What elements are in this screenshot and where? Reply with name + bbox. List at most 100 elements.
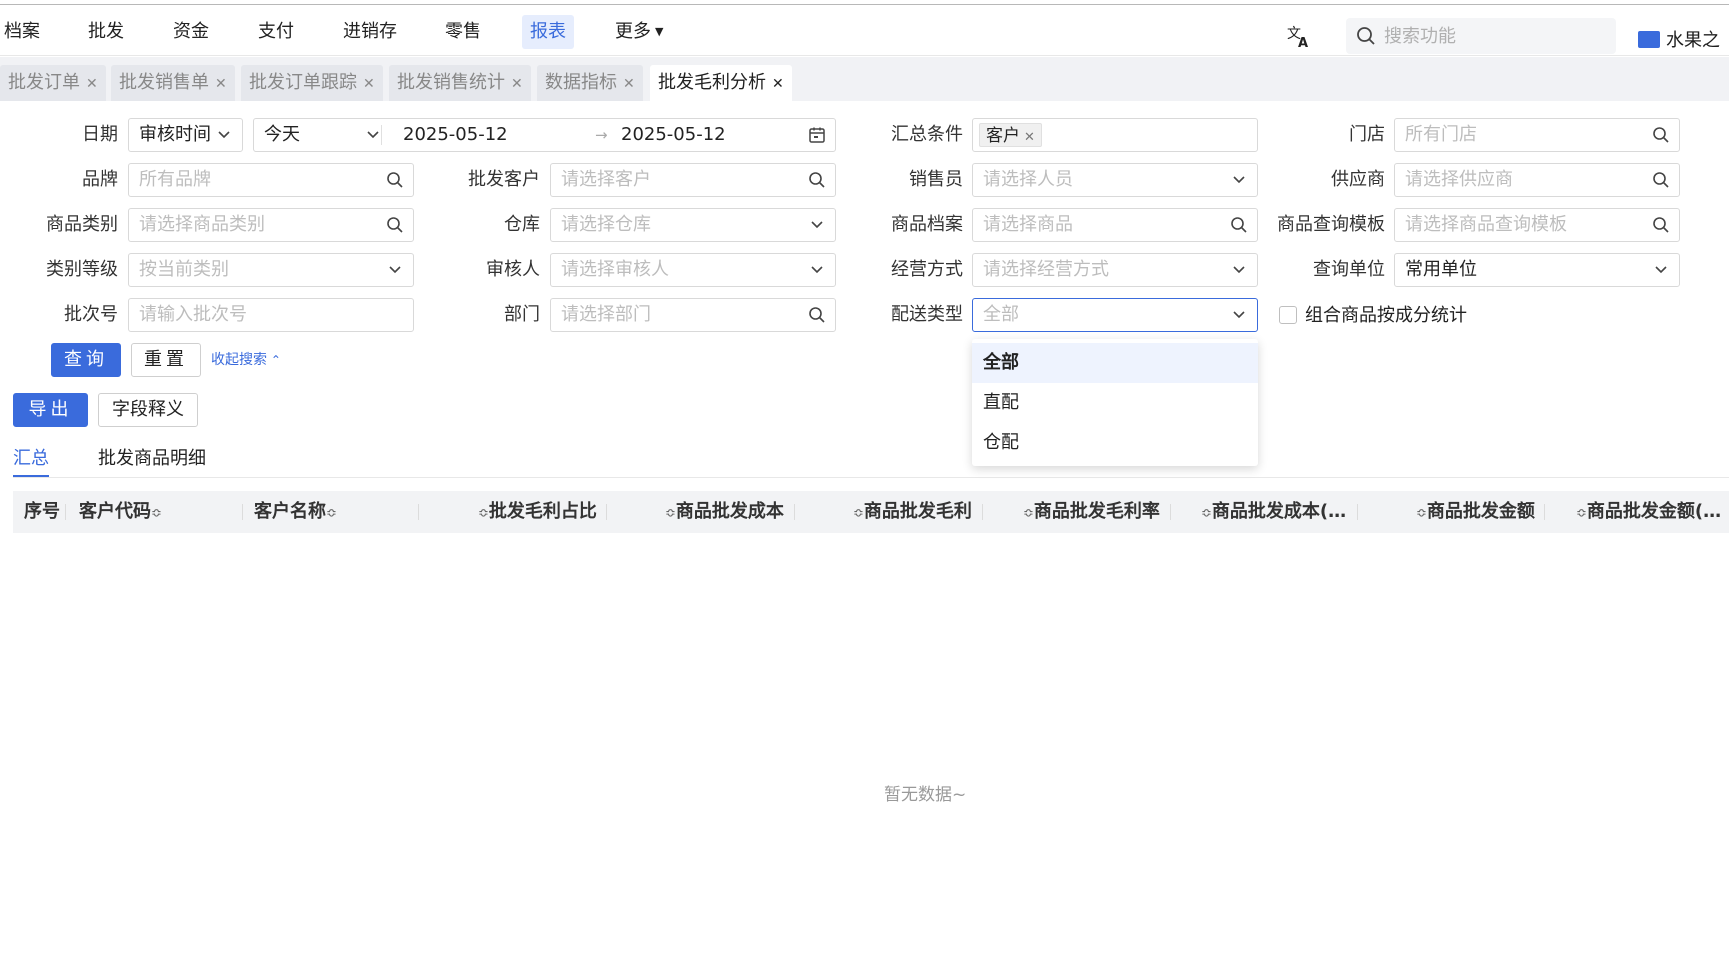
close-icon[interactable]: ✕ (1024, 130, 1035, 145)
business-mode-label: 经营方式 (891, 259, 963, 280)
global-search[interactable] (1346, 18, 1616, 54)
store-placeholder: 所有门店 (1405, 124, 1477, 145)
close-icon[interactable]: ✕ (623, 76, 635, 92)
date-end[interactable]: 2025-05-12 (621, 119, 726, 151)
supplier-select[interactable]: 请选择供应商 (1394, 163, 1680, 197)
col-label: 商品批发毛利 (863, 501, 972, 522)
chevron-down-icon (1233, 176, 1245, 184)
customer-select[interactable]: 请选择客户 (550, 163, 836, 197)
col-wholesale-amount[interactable]: ≎商品批发金额 (1416, 491, 1535, 533)
store-select[interactable]: 所有门店 (1394, 118, 1680, 152)
sort-icon[interactable]: ≎ (1576, 506, 1587, 521)
customer-label: 批发客户 (468, 169, 540, 190)
reset-button[interactable]: 重置 (131, 343, 201, 377)
business-mode-select[interactable]: 请选择经营方式 (972, 253, 1258, 287)
col-customer-name[interactable]: 客户名称≎ (254, 491, 337, 533)
tab-gross-profit-analysis[interactable]: 批发毛利分析 ✕ (650, 65, 792, 101)
col-wholesale-cost[interactable]: ≎商品批发成本 (665, 491, 784, 533)
tab-summary[interactable]: 汇总 (13, 444, 49, 477)
date-type-select[interactable]: 审核时间 (128, 118, 243, 152)
batch-input[interactable]: 请输入批次号 (128, 298, 414, 332)
col-profit-rate[interactable]: ≎商品批发毛利率 (1023, 491, 1160, 533)
tab-wholesale-sales[interactable]: 批发销售单 ✕ (111, 65, 235, 101)
sort-icon[interactable]: ≎ (1023, 506, 1034, 521)
tab-label: 数据指标 (545, 72, 617, 93)
query-unit-select[interactable]: 常用单位 (1394, 253, 1680, 287)
salesperson-placeholder: 请选择人员 (983, 169, 1073, 190)
col-profit-share[interactable]: ≎批发毛利占比 (478, 491, 597, 533)
search-icon (1653, 172, 1669, 188)
tab-data-metrics[interactable]: 数据指标 ✕ (537, 65, 643, 101)
tab-order-tracking[interactable]: 批发订单跟踪 ✕ (241, 65, 383, 101)
nav-item-inventory[interactable]: 进销存 (335, 15, 405, 49)
tab-product-detail[interactable]: 批发商品明细 (98, 444, 206, 477)
combo-stat-label[interactable]: 组合商品按成分统计 (1305, 299, 1467, 333)
sort-icon[interactable]: ≎ (1416, 506, 1427, 521)
close-icon[interactable]: ✕ (86, 76, 98, 92)
close-icon[interactable]: ✕ (772, 76, 784, 92)
option-warehouse[interactable]: 仓配 (972, 423, 1258, 463)
product-select[interactable]: 请选择商品 (972, 208, 1258, 242)
search-icon (809, 172, 825, 188)
nav-item-retail[interactable]: 零售 (437, 15, 489, 49)
sort-icon[interactable]: ≎ (853, 506, 864, 521)
sort-icon[interactable]: ≎ (478, 506, 489, 521)
delivery-type-select[interactable]: 全部 (972, 298, 1258, 332)
category-select[interactable]: 请选择商品类别 (128, 208, 414, 242)
close-icon[interactable]: ✕ (363, 76, 375, 92)
chevron-down-icon (1233, 311, 1245, 319)
nav-item-funds[interactable]: 资金 (165, 15, 217, 49)
nav-item-reports[interactable]: 报表 (522, 15, 574, 49)
tab-wholesale-order[interactable]: 批发订单 ✕ (0, 65, 106, 101)
column-divider (242, 504, 243, 520)
col-wholesale-amount-2[interactable]: ≎商品批发金额(… (1576, 491, 1721, 533)
department-select[interactable]: 请选择部门 (550, 298, 836, 332)
date-start[interactable]: 2025-05-12 (403, 119, 508, 151)
translate-icon[interactable]: 文 A (1286, 23, 1312, 49)
export-button[interactable]: 导出 (13, 393, 88, 427)
salesperson-select[interactable]: 请选择人员 (972, 163, 1258, 197)
template-placeholder: 请选择商品查询模板 (1405, 214, 1567, 235)
sort-icon[interactable]: ≎ (326, 506, 337, 521)
date-type-value: 审核时间 (139, 124, 211, 145)
auditor-select[interactable]: 请选择审核人 (550, 253, 836, 287)
sort-icon[interactable]: ≎ (151, 506, 162, 521)
warehouse-label: 仓库 (504, 214, 540, 235)
option-direct[interactable]: 直配 (972, 383, 1258, 423)
nav-item-more[interactable]: 更多 ▼ (607, 15, 671, 49)
template-select[interactable]: 请选择商品查询模板 (1394, 208, 1680, 242)
close-icon[interactable]: ✕ (511, 76, 523, 92)
global-search-input[interactable] (1382, 22, 1602, 50)
col-customer-code[interactable]: 客户代码≎ (79, 491, 162, 533)
category-level-select[interactable]: 按当前类别 (128, 253, 414, 287)
sort-icon[interactable]: ≎ (665, 506, 676, 521)
top-nav: 档案 批发 资金 支付 进销存 零售 报表 更多 ▼ 文 A 水果之 (0, 6, 1729, 56)
close-icon[interactable]: ✕ (215, 76, 227, 92)
brand-select[interactable]: 所有品牌 (128, 163, 414, 197)
summary-tag-customer[interactable]: 客户 ✕ (979, 123, 1042, 147)
search-icon (1231, 217, 1247, 233)
date-range-picker[interactable]: 今天 2025-05-12 → 2025-05-12 (253, 118, 836, 152)
collapse-search-link[interactable]: 收起搜索 ⌃ (211, 350, 281, 370)
option-all[interactable]: 全部 (972, 343, 1258, 383)
category-label: 商品类别 (46, 214, 118, 235)
col-label: 客户代码 (79, 501, 151, 522)
field-definition-button[interactable]: 字段释义 (98, 393, 198, 427)
delivery-type-label: 配送类型 (891, 304, 963, 325)
combo-stat-checkbox[interactable] (1279, 306, 1297, 324)
chevron-down-icon (1655, 266, 1667, 274)
customer-placeholder: 请选择客户 (561, 169, 651, 190)
col-label: 商品批发毛利率 (1033, 501, 1160, 522)
col-wholesale-cost-2[interactable]: ≎商品批发成本(… (1201, 491, 1346, 533)
warehouse-select[interactable]: 请选择仓库 (550, 208, 836, 242)
query-button[interactable]: 查询 (51, 343, 121, 377)
sort-icon[interactable]: ≎ (1201, 506, 1212, 521)
nav-item-archive[interactable]: 档案 (0, 15, 48, 49)
tab-sales-statistics[interactable]: 批发销售统计 ✕ (389, 65, 531, 101)
store-name[interactable]: 水果之 (1666, 26, 1720, 52)
nav-item-payment[interactable]: 支付 (250, 15, 302, 49)
summary-condition-select[interactable]: 客户 ✕ (972, 118, 1258, 152)
nav-item-wholesale[interactable]: 批发 (80, 15, 132, 49)
col-wholesale-profit[interactable]: ≎商品批发毛利 (853, 491, 972, 533)
caret-down-icon: ▼ (655, 25, 664, 38)
